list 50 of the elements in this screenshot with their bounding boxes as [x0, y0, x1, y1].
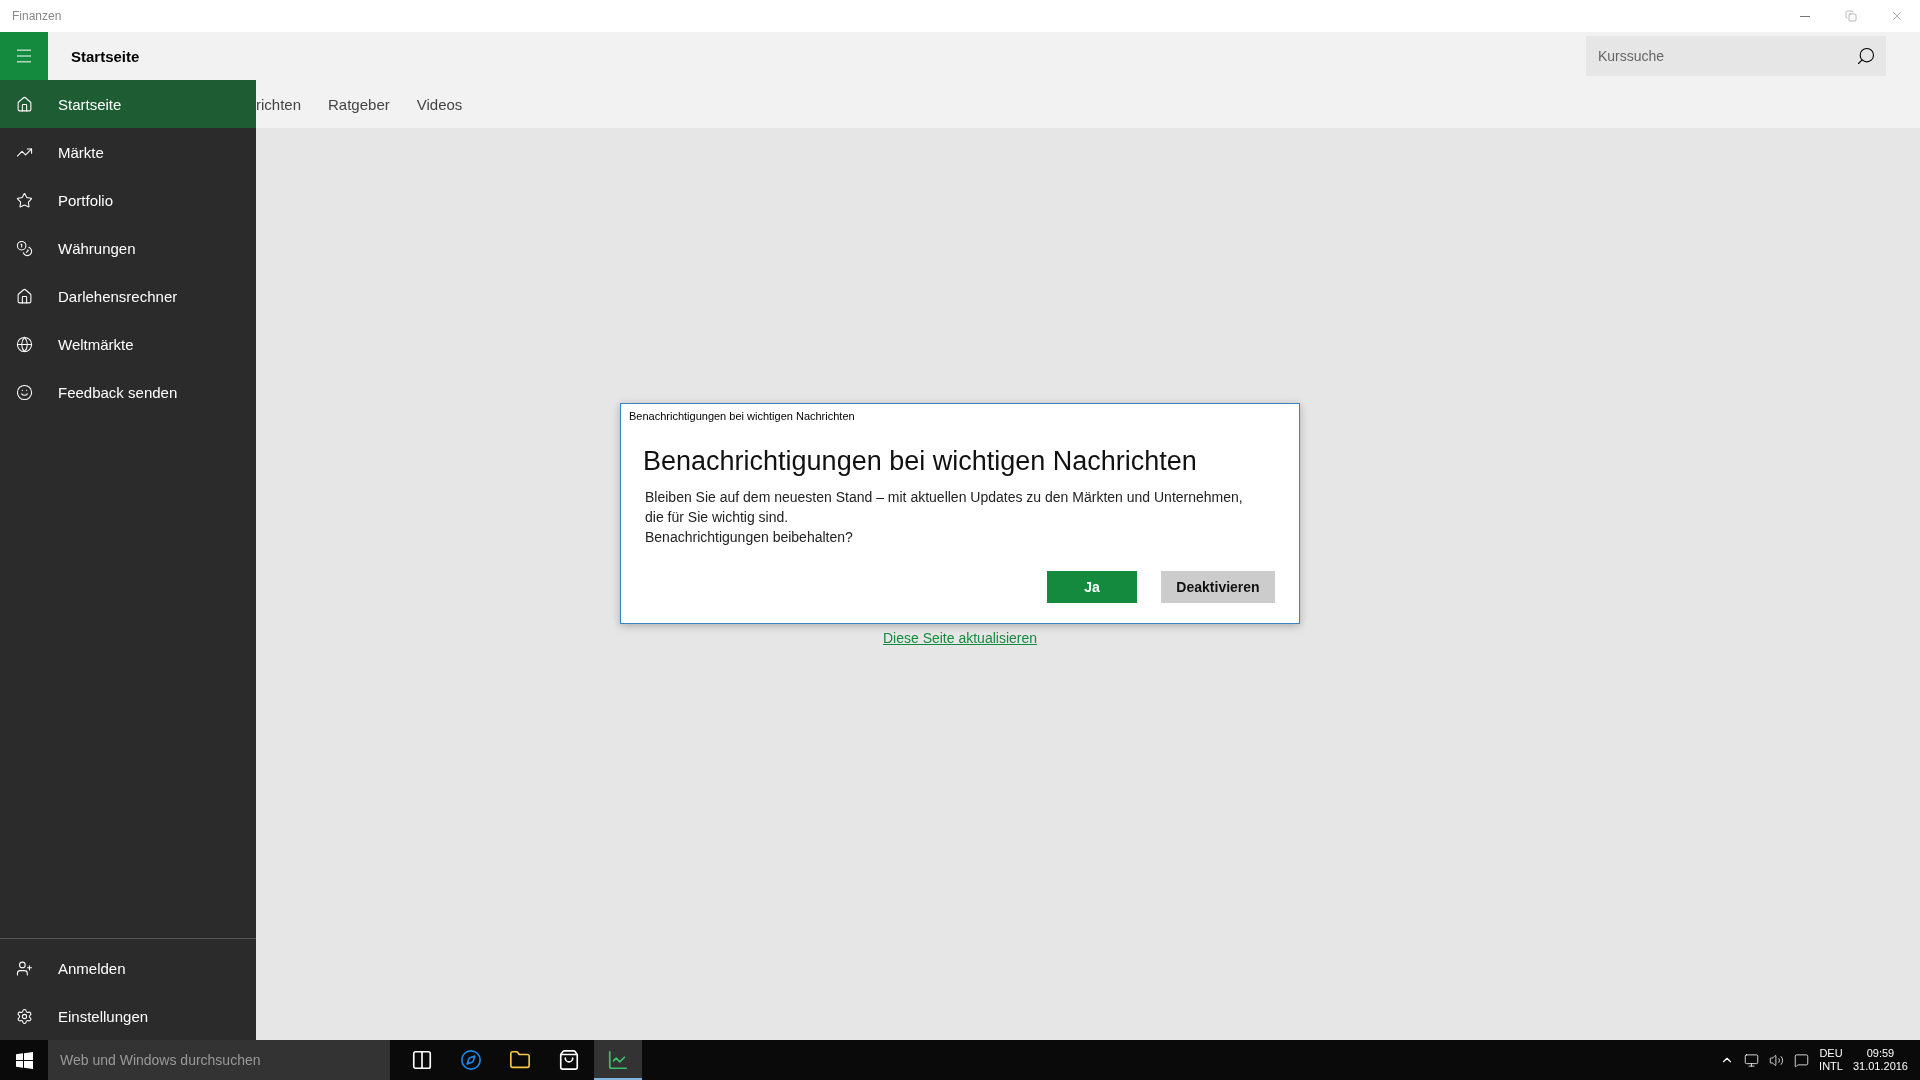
- taskbar-app[interactable]: [594, 1040, 642, 1080]
- taskbar-search-field[interactable]: Web und Windows durchsuchen: [48, 1040, 390, 1080]
- language-indicator[interactable]: DEU: [1819, 1047, 1843, 1060]
- dialog-window-title: Benachrichtigungen bei wichtigen Nachrichten: [629, 409, 856, 422]
- window-title: Finanzen: [12, 9, 62, 23]
- home-icon: [15, 95, 33, 113]
- language-indicator[interactable]: INTL: [1819, 1060, 1843, 1073]
- dialog-text: Bleiben Sie auf dem neuesten Stand – mit aktuellen Updates zu den Märkten und Unternehmen,: [645, 487, 1244, 507]
- sidebar-item[interactable]: Feedback senden: [0, 368, 256, 416]
- sidebar-item[interactable]: Portfolio: [0, 176, 256, 224]
- user-plus-icon: [15, 959, 33, 977]
- search-icon[interactable]: [1856, 46, 1876, 66]
- folder-icon: [509, 1049, 531, 1071]
- message-icon[interactable]: [1794, 1052, 1810, 1068]
- sidebar-item[interactable]: Währungen: [0, 224, 256, 272]
- dialog-text: Benachrichtigungen beibehalten?: [645, 527, 854, 547]
- shopping-bag-icon: [558, 1049, 580, 1071]
- minimize-icon: [1800, 15, 1810, 17]
- sidebar-item[interactable]: Anmelden: [0, 944, 256, 992]
- globe-icon: [15, 335, 33, 353]
- refresh-link[interactable]: Diese Seite aktualisieren: [882, 629, 1038, 646]
- sidebar-item[interactable]: Weltmärkte: [0, 320, 256, 368]
- house-icon: [15, 287, 33, 305]
- restore-icon: [1845, 10, 1857, 22]
- volume-icon[interactable]: [1769, 1052, 1785, 1068]
- chart-icon: [607, 1049, 629, 1071]
- star-icon: [15, 191, 33, 209]
- windows-logo-icon: [15, 1051, 33, 1069]
- deactivate-button[interactable]: Deaktivieren: [1161, 570, 1275, 603]
- close-icon: [1890, 9, 1904, 23]
- network-icon[interactable]: [1744, 1052, 1760, 1068]
- settings-icon: [15, 1007, 33, 1025]
- browser-icon: [460, 1049, 482, 1071]
- smiley-icon: [15, 383, 33, 401]
- tab[interactable]: Videos: [416, 95, 463, 113]
- sidebar-item[interactable]: Märkte: [0, 128, 256, 176]
- dialog-text: die für Sie wichtig sind.: [645, 507, 790, 527]
- sidebar-item[interactable]: Darlehensrechner: [0, 272, 256, 320]
- coins-icon: [15, 239, 33, 257]
- task-view-icon: [411, 1049, 433, 1071]
- clock-time[interactable]: 09:59: [1866, 1047, 1895, 1060]
- sidebar-item[interactable]: Einstellungen: [0, 992, 256, 1040]
- confirm-button[interactable]: Ja: [1047, 570, 1137, 603]
- sidebar-item[interactable]: Startseite: [0, 80, 256, 128]
- tab[interactable]: richten: [256, 95, 302, 113]
- tab[interactable]: Ratgeber: [328, 95, 390, 113]
- search-field[interactable]: Kurssuche: [1586, 36, 1886, 76]
- page-title: Startseite: [71, 47, 141, 65]
- clock-date[interactable]: 31.01.2016: [1852, 1060, 1908, 1073]
- dialog-title: Benachrichtigungen bei wichtigen Nachrichten: [643, 445, 1198, 477]
